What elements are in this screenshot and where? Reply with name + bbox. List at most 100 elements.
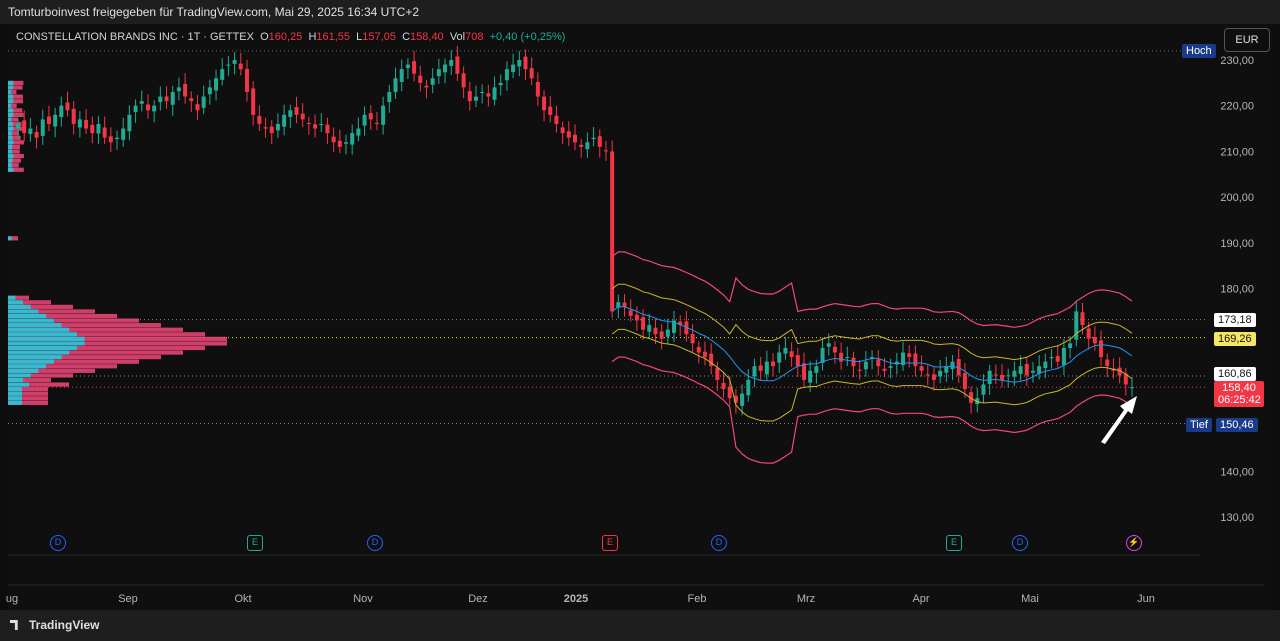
candle-body xyxy=(876,359,881,367)
candle-body xyxy=(1006,375,1011,377)
candle-body xyxy=(696,346,701,353)
candle-body xyxy=(350,133,355,145)
candle-body xyxy=(467,91,472,102)
candlestick-chart[interactable]: 230,00 220,00 210,00 200,00 190,00 180,00 140,… xyxy=(0,0,1280,610)
candle-body xyxy=(758,365,763,371)
x-tick-label: Sep xyxy=(118,593,138,605)
candle-body xyxy=(727,386,732,399)
candle-body xyxy=(585,142,590,150)
candle-body xyxy=(591,137,596,140)
candle-body xyxy=(1068,343,1073,349)
y-tick-label: 130,00 xyxy=(1220,512,1254,524)
volume-profile-bar xyxy=(8,300,24,305)
candle-body xyxy=(53,114,58,127)
earnings-event-icon[interactable]: E xyxy=(247,535,263,551)
candle-body xyxy=(913,353,918,367)
volume-profile-bar xyxy=(8,387,22,392)
candle-body xyxy=(461,73,466,88)
candle-body xyxy=(622,302,627,307)
volume-profile-bar xyxy=(8,149,13,154)
low-tag: 150,46 xyxy=(1216,418,1258,432)
candle-body xyxy=(251,88,256,115)
candle-body xyxy=(96,123,101,134)
low-label: Tief xyxy=(1186,418,1212,432)
volume-profile-bar xyxy=(8,364,47,369)
candle-body xyxy=(950,361,955,370)
symbol-legend: CONSTELLATION BRANDS INC · 1T · GETTEX O… xyxy=(16,31,566,43)
candle-body xyxy=(362,114,367,126)
candle-body xyxy=(783,347,788,354)
candle-body xyxy=(851,357,856,367)
candle-body xyxy=(1092,337,1097,344)
volume-profile-bar xyxy=(8,140,14,145)
candle-body xyxy=(412,61,417,74)
volume-profile-bar xyxy=(8,304,31,309)
candle-body xyxy=(207,87,212,95)
bollinger-band-line xyxy=(611,251,1133,328)
currency-button[interactable]: EUR xyxy=(1224,28,1270,52)
candle-body xyxy=(405,64,410,69)
candle-body xyxy=(473,96,478,101)
dividend-event-icon[interactable]: D xyxy=(50,535,66,551)
y-tick-label: 180,00 xyxy=(1220,284,1254,296)
candle-body xyxy=(306,122,311,124)
x-tick-label: Feb xyxy=(688,593,707,605)
low-value: 157,05 xyxy=(362,31,396,43)
candle-body xyxy=(931,374,936,380)
dividend-event-icon[interactable]: D xyxy=(367,535,383,551)
dividend-event-icon[interactable]: D xyxy=(1012,535,1028,551)
candle-body xyxy=(34,131,39,138)
candle-body xyxy=(108,136,113,143)
volume-profile-bar xyxy=(8,112,14,118)
candle-body xyxy=(498,82,503,86)
candle-body xyxy=(145,104,150,111)
earnings-event-icon[interactable]: E xyxy=(946,535,962,551)
dividend-event-icon[interactable]: D xyxy=(711,535,727,551)
candle-body xyxy=(275,123,280,131)
candle-body xyxy=(740,393,745,406)
candle-body xyxy=(1043,361,1048,369)
level-173-tag: 173,18 xyxy=(1214,313,1256,327)
candle-body xyxy=(1049,357,1054,359)
candle-body xyxy=(597,136,602,147)
candle-body xyxy=(127,114,132,132)
split-event-icon[interactable]: ⚡ xyxy=(1126,535,1142,551)
tradingview-icon xyxy=(10,620,18,630)
candle-body xyxy=(962,373,967,390)
candle-body xyxy=(814,366,819,373)
volume-profile-bar xyxy=(8,108,14,113)
volume-profile-bar xyxy=(8,373,31,378)
candle-body xyxy=(789,351,794,358)
candle-body xyxy=(486,93,491,97)
candle-body xyxy=(826,343,831,347)
candle-body xyxy=(628,310,633,316)
candle-body xyxy=(257,116,262,124)
candle-body xyxy=(152,105,157,112)
candle-body xyxy=(542,96,547,111)
volume-profile-bar xyxy=(8,400,22,405)
volume-profile-bar xyxy=(8,318,54,323)
volume-profile-bar xyxy=(8,396,22,401)
candle-body xyxy=(232,60,237,64)
high-label: Hoch xyxy=(1182,44,1216,58)
volume-profile-bar xyxy=(8,309,39,314)
candle-body xyxy=(71,108,76,124)
y-tick-label: 200,00 xyxy=(1220,192,1254,204)
volume-profile-bar xyxy=(8,158,13,163)
candle-body xyxy=(59,105,64,118)
volume-profile-bar xyxy=(8,167,14,172)
candle-body xyxy=(1099,340,1104,358)
candle-body xyxy=(981,384,986,395)
y-tick-label: 190,00 xyxy=(1220,238,1254,250)
symbol-name[interactable]: CONSTELLATION BRANDS INC · 1T · GETTEX xyxy=(16,31,254,43)
candle-body xyxy=(356,128,361,136)
open-value: 160,25 xyxy=(268,31,303,43)
earnings-event-icon[interactable]: E xyxy=(602,535,618,551)
bollinger-band-line xyxy=(611,328,1133,422)
candle-body xyxy=(535,81,540,97)
candle-body xyxy=(430,78,435,85)
volume-profile-bar xyxy=(8,236,12,241)
volume-profile-bar xyxy=(8,85,14,90)
candle-body xyxy=(1012,370,1017,377)
y-tick-label: 220,00 xyxy=(1220,101,1254,113)
